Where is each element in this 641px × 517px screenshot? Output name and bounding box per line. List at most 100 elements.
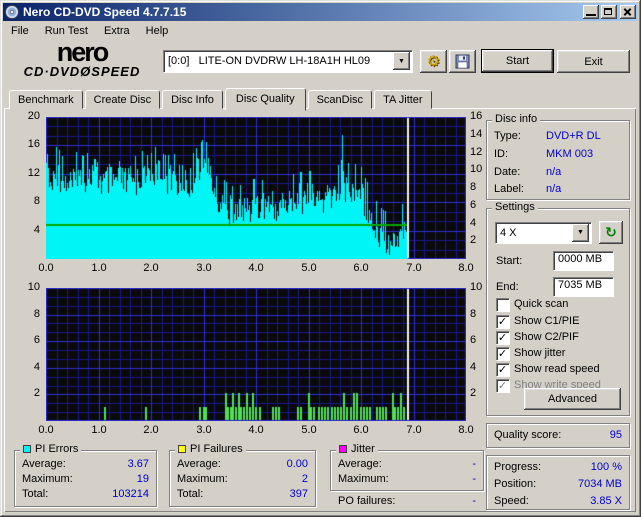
drive-selector[interactable]: [0:0] LITE-ON DVDRW LH-18A1H HL09 ▼ [163, 50, 412, 72]
pi-failures-title: PI Failures [190, 443, 243, 455]
titlebar: Nero CD-DVD Speed 4.7.7.15 [3, 3, 638, 21]
minimize-button[interactable] [583, 5, 599, 19]
axis-tick-label: 4.0 [248, 424, 264, 436]
axis-tick-label: 1.0 [91, 262, 107, 274]
drive-selector-value: [0:0] LITE-ON DVDRW LH-18A1H HL09 [168, 55, 371, 67]
axis-tick-label: 8 [470, 181, 477, 193]
axis-tick-label: 10 [470, 163, 483, 175]
save-button[interactable] [449, 50, 476, 73]
close-button[interactable] [620, 5, 636, 19]
axis-tick-label: 1.0 [91, 424, 107, 436]
chevron-down-icon[interactable]: ▼ [393, 52, 410, 70]
pi-failures-chart [46, 288, 466, 421]
axis-tick-label: 20 [27, 110, 40, 122]
position-label: Position: [494, 478, 537, 490]
show-c2-pif-checkbox[interactable]: ✓ Show C2/PIF [496, 330, 579, 344]
refresh-icon: ↻ [605, 224, 617, 240]
tab-scandisc[interactable]: ScanDisc [307, 90, 373, 109]
tab-create-disc[interactable]: Create Disc [84, 90, 161, 109]
po-failures-value: - [472, 495, 476, 507]
axis-tick-label: 5.0 [301, 262, 317, 274]
axis-tick-label: 10 [470, 281, 483, 293]
advanced-button[interactable]: Advanced [524, 388, 621, 410]
pi-failures-legend: PI Failures [175, 443, 246, 455]
tab-disc-info[interactable]: Disc Info [162, 90, 223, 109]
axis-tick-label: 16 [27, 138, 40, 150]
menu-extra[interactable]: Extra [96, 24, 138, 38]
checkbox-icon[interactable]: ✓ [496, 330, 509, 344]
axis-tick-label: 6 [33, 334, 40, 346]
axis-tick-label: 12 [27, 167, 40, 179]
show-read-speed-checkbox[interactable]: ✓ Show read speed [496, 362, 600, 376]
disc-id-value: MKM 003 [546, 148, 594, 160]
po-failures-label: PO failures: [338, 495, 396, 507]
quality-score-box: Quality score: 95 [486, 423, 630, 448]
start-button-label: Start [505, 55, 530, 67]
speed-value: 3.85 X [590, 495, 622, 507]
pi-failures-swatch [178, 445, 186, 453]
options-button[interactable]: ⚙ [420, 50, 447, 73]
start-button[interactable]: Start [481, 49, 554, 73]
pi-errors-chart [46, 117, 466, 259]
quick-scan-checkbox[interactable]: Quick scan [496, 297, 568, 311]
pi-errors-title: PI Errors [35, 443, 79, 455]
axis-tick-label: 3.0 [196, 262, 212, 274]
menu-help[interactable]: Help [138, 24, 177, 38]
max-label: Maximum: [177, 473, 228, 485]
end-position-input[interactable]: 7035 MB [553, 277, 613, 296]
start-position-input[interactable]: 0000 MB [553, 251, 613, 270]
scan-speed-select[interactable]: 4 X ▼ [495, 222, 591, 243]
settings-group: Settings 4 X ▼ ↻ Start: 0000 MB End: 703… [486, 201, 630, 416]
checkbox-icon[interactable]: ✓ [496, 314, 509, 328]
checkbox-icon[interactable]: ✓ [496, 362, 509, 376]
pi-errors-legend: PI Errors [20, 443, 82, 455]
axis-tick-label: 2.0 [143, 424, 159, 436]
disc-type-value: DVD+R DL [546, 130, 601, 142]
disc-info-group: Disc info Type: DVD+R DL ID: MKM 003 Date:… [486, 113, 630, 200]
pi-errors-max: 19 [136, 473, 149, 485]
tab-disc-quality[interactable]: Disc Quality [224, 88, 306, 111]
show-jitter-checkbox[interactable]: ✓ Show jitter [496, 346, 565, 360]
chevron-down-icon[interactable]: ▼ [572, 223, 589, 242]
checkbox-icon[interactable]: ✓ [496, 346, 509, 360]
jitter-avg: - [472, 458, 476, 470]
pi-failures-stats-box: PI Failures Average: 0.00 Maximum: 2 Total… [169, 443, 316, 507]
axis-tick-label: 6 [470, 334, 477, 346]
menu-run-test[interactable]: Run Test [37, 24, 96, 38]
checkbox-icon[interactable] [496, 297, 509, 311]
checkbox-icon: ✓ [496, 378, 509, 392]
axis-tick-label: 6 [470, 199, 477, 211]
refresh-button[interactable]: ↻ [599, 221, 623, 244]
axis-tick-label: 8.0 [458, 424, 474, 436]
settings-title: Settings [492, 201, 538, 213]
pi-errors-avg: 3.67 [127, 458, 149, 470]
floppy-disk-icon [455, 54, 470, 69]
tab-benchmark[interactable]: Benchmark [9, 90, 83, 109]
axis-tick-label: 16 [470, 110, 483, 122]
exit-button[interactable]: Exit [557, 50, 630, 73]
pi-failures-total: 397 [289, 488, 308, 500]
show-c1-pie-checkbox[interactable]: ✓ Show C1/PIE [496, 314, 579, 328]
axis-tick-label: 8 [33, 195, 40, 207]
menu-file[interactable]: File [3, 24, 37, 38]
axis-tick-label: 3.0 [196, 424, 212, 436]
pi-errors-swatch [23, 445, 31, 453]
axis-tick-label: 6.0 [353, 424, 369, 436]
avg-label: Average: [177, 458, 221, 470]
disc-date-value: n/a [546, 166, 562, 178]
end-position-label: End: [496, 281, 519, 293]
jitter-max: - [472, 473, 476, 485]
jitter-title: Jitter [351, 443, 375, 455]
speed-label: Speed: [494, 495, 529, 507]
tab-ta-jitter[interactable]: TA Jitter [374, 90, 432, 109]
axis-tick-label: 2 [33, 387, 40, 399]
axis-tick-label: 4 [33, 361, 40, 373]
show-jitter-label: Show jitter [514, 347, 566, 359]
exit-button-label: Exit [584, 55, 603, 68]
progress-label: Progress: [494, 461, 542, 473]
jitter-legend: Jitter [336, 443, 378, 455]
maximize-button[interactable] [601, 5, 617, 19]
axis-tick-label: 6.0 [353, 262, 369, 274]
show-c2-pif-label: Show C2/PIF [514, 331, 579, 343]
gears-icon: ⚙ [426, 53, 441, 70]
